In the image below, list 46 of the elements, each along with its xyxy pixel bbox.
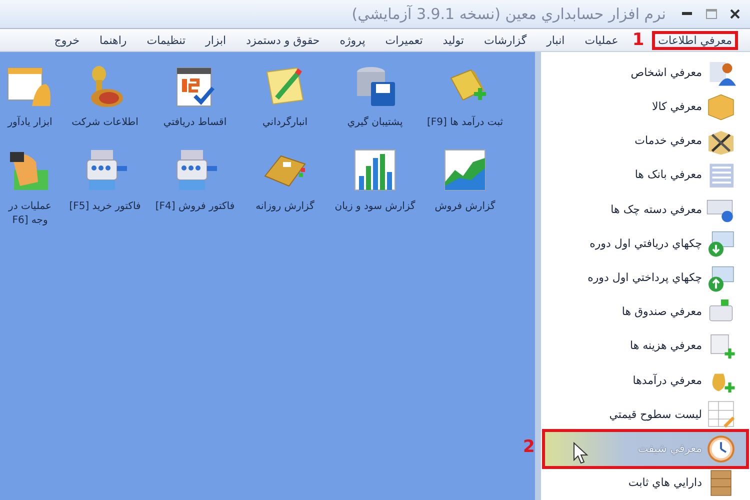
sidebar-item[interactable]: معرفي هزينه ها [545, 328, 746, 364]
sidebar-item[interactable]: معرفي كالا [545, 89, 746, 124]
price-table-icon [706, 399, 736, 430]
sidebar-item[interactable]: معرفي درآمدها [545, 363, 746, 398]
maximize-icon [706, 9, 716, 19]
clock-icon [706, 434, 736, 464]
close-button[interactable] [728, 7, 742, 21]
sidebar-item[interactable]: معرفي اشخاص [545, 55, 746, 90]
shortcut-label[interactable]: ابزار يادآور [8, 116, 52, 130]
shortcut-label[interactable]: انبارگرداني [262, 116, 308, 130]
menu-item[interactable]: توليد [436, 30, 470, 50]
menu-item[interactable]: تنظيمات [140, 30, 192, 50]
step-number: 1 [632, 31, 644, 49]
shortcut-label[interactable]: اقساط دريافتي [163, 116, 227, 130]
sidebar-item[interactable]: ليست سطوح قيمتي [545, 397, 746, 432]
menu-item[interactable]: تعميرات [379, 30, 429, 50]
sidebar-item[interactable]: معرفي بانک ها [545, 158, 746, 192]
close-icon [730, 9, 740, 19]
menu-item[interactable]: ابزار [200, 30, 232, 50]
menu-item[interactable]: راهنما [94, 30, 133, 50]
sidebar-item[interactable]: دارايي هاي ثابت [545, 466, 746, 500]
shortcut-label[interactable]: گزارش فروش [434, 200, 496, 214]
sidebar-item[interactable]: چکهاي پرداختي اول دوره [545, 260, 746, 295]
menu-item[interactable]: حقوق و دستمزد [240, 30, 326, 50]
sidebar-item[interactable]: معرفي دسته چک ها [545, 192, 746, 226]
menu-item[interactable]: انبار [540, 30, 571, 50]
sidebar-item[interactable]: چکهاي دريافتي اول دوره [545, 226, 746, 260]
shortcut-label[interactable]: عمليات در وجه [F6 [0, 200, 60, 228]
sidebar-item[interactable]: معرفي خدمات [545, 123, 746, 158]
sidebar-item[interactable]: معرفي صندوق ها [545, 294, 746, 329]
menu-item[interactable]: گزارشات [478, 30, 533, 50]
menu-item[interactable]: عمليات [578, 30, 624, 50]
window-title: نرم افزار حسابداري معين (نسخه 3.9.1 آزمايشي) [352, 5, 666, 23]
menu-item[interactable]: معرفي اطلاعات [652, 30, 738, 50]
menu-item[interactable]: پروژه [334, 30, 372, 50]
shortcut-label[interactable]: پشتيبان گيري [347, 116, 403, 130]
shortcut-label[interactable]: فاكتور فروش [F4] [155, 200, 235, 214]
shortcut-label[interactable]: اطلاعات شركت [72, 116, 138, 130]
menu-item[interactable]: خروج [48, 30, 86, 50]
step-number: 2 [523, 438, 535, 456]
shortcut-label[interactable]: فاكتور خريد [F5] [69, 200, 141, 214]
shortcut-label[interactable]: ثبت درآمد ها [F9] [426, 116, 504, 130]
shortcut-label[interactable]: گزارش سود و زيان [334, 200, 416, 214]
mouse-pointer-icon [573, 442, 589, 464]
minimize-icon [682, 12, 692, 16]
shortcut-label[interactable]: گزارش روزانه [256, 200, 314, 214]
